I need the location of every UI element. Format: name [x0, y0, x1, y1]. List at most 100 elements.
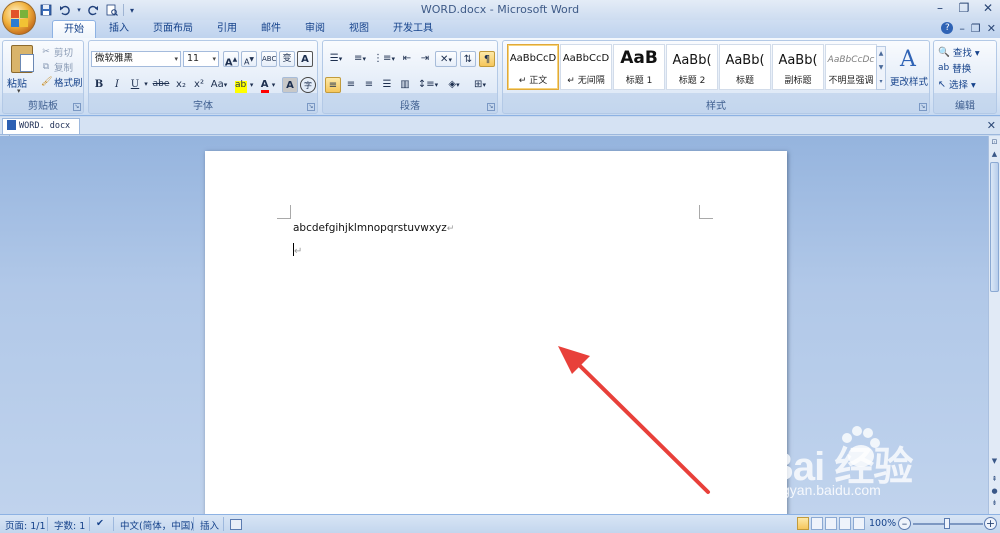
select-button[interactable]: ↖ 选择 ▾: [938, 77, 976, 92]
scrollbar-thumb[interactable]: [990, 162, 999, 292]
word-count[interactable]: 字数: 1: [54, 518, 85, 532]
zoom-in-button[interactable]: +: [984, 517, 997, 530]
shading-button[interactable]: ◈▾: [443, 77, 465, 93]
browse-object-icon[interactable]: ●: [989, 486, 1000, 497]
document-tab-close-icon[interactable]: ✕: [987, 119, 996, 132]
restore-button[interactable]: ❐: [952, 0, 976, 18]
web-layout-view-button[interactable]: [825, 517, 837, 530]
help-icon[interactable]: ?: [941, 22, 954, 34]
style-card[interactable]: AaB 标题 1: [613, 44, 665, 90]
outline-view-button[interactable]: [839, 517, 851, 530]
close-button[interactable]: ✕: [976, 0, 1000, 18]
zoom-out-button[interactable]: –: [898, 517, 911, 530]
paste-button[interactable]: 粘贴 ▾: [3, 41, 37, 101]
chinese-layout-button[interactable]: ✕▾: [435, 51, 457, 67]
ribbon-tab[interactable]: 开发工具: [382, 20, 444, 38]
increase-indent-button[interactable]: ⇥: [417, 51, 433, 67]
multilevel-list-button[interactable]: ⋮≡▾: [373, 51, 395, 67]
format-painter-button[interactable]: 🖌 格式刷: [41, 75, 83, 89]
underline-button[interactable]: U: [127, 77, 143, 93]
align-left-button[interactable]: ≡: [325, 77, 341, 93]
align-right-button[interactable]: ≡: [361, 77, 377, 93]
character-shading-button[interactable]: A: [282, 77, 298, 93]
zoom-slider-thumb[interactable]: [944, 518, 950, 529]
styles-launcher-icon[interactable]: ↘: [919, 103, 927, 111]
insert-mode-indicator[interactable]: 插入: [200, 518, 219, 532]
line-spacing-button[interactable]: ↕≡▾: [417, 77, 439, 93]
shrink-font-button[interactable]: A▼: [241, 51, 257, 67]
bullets-button[interactable]: ☰▾: [325, 51, 347, 67]
gallery-scroll[interactable]: ▲ ▼ ▾: [876, 46, 886, 90]
strikethrough-button[interactable]: abe: [151, 77, 171, 93]
style-card[interactable]: AaBbCcD ↵ 无间隔: [560, 44, 612, 90]
paste-dropdown-icon[interactable]: ▾: [17, 87, 21, 95]
subscript-button[interactable]: x₂: [173, 77, 189, 93]
align-center-button[interactable]: ≡: [343, 77, 359, 93]
show-formatting-marks-button[interactable]: ¶: [479, 51, 495, 67]
previous-page-icon[interactable]: ⇞: [989, 474, 1000, 485]
document-empty-line[interactable]: ↵: [293, 243, 302, 257]
clipboard-launcher-icon[interactable]: ↘: [73, 103, 81, 111]
cut-button[interactable]: ✂ 剪切: [41, 45, 73, 59]
copy-button[interactable]: ⧉ 复制: [41, 60, 73, 74]
numbering-button[interactable]: ≡▾: [349, 51, 371, 67]
macro-record-icon[interactable]: [230, 519, 242, 530]
superscript-button[interactable]: x²: [191, 77, 207, 93]
proofing-icon[interactable]: ✔: [96, 518, 104, 529]
draft-view-button[interactable]: [853, 517, 865, 530]
document-text-line[interactable]: abcdefgihjklmnopqrstuvwxyz↵: [293, 222, 454, 234]
doc-close-button[interactable]: ✕: [987, 22, 996, 35]
language-indicator[interactable]: 中文(简体，中国): [120, 518, 194, 532]
scroll-up-icon[interactable]: ▲: [989, 149, 1000, 160]
page-count[interactable]: 页面: 1/1: [5, 518, 46, 532]
font-name-combo[interactable]: 微软雅黑 ▾: [91, 51, 181, 67]
ribbon-tab[interactable]: 页面布局: [142, 20, 204, 38]
print-layout-view-button[interactable]: [797, 517, 809, 530]
borders-button[interactable]: ⊞▾: [469, 77, 491, 93]
doc-restore-button[interactable]: ❐: [971, 22, 981, 35]
phonetic-guide-button[interactable]: 变: [279, 51, 295, 67]
highlight-button[interactable]: ab ▾: [233, 77, 255, 93]
bold-button[interactable]: B: [91, 77, 107, 93]
document-tab[interactable]: WORD. docx *: [2, 118, 80, 145]
font-color-button[interactable]: A ▾: [257, 77, 279, 93]
doc-minimize-button[interactable]: –: [959, 22, 965, 35]
minimize-button[interactable]: –: [928, 0, 952, 18]
enclose-characters-button[interactable]: 字: [300, 77, 316, 93]
italic-button[interactable]: I: [109, 77, 125, 93]
ribbon-tab[interactable]: 开始: [52, 20, 96, 38]
style-card[interactable]: AaBbCcD ↵ 正文: [507, 44, 559, 90]
zoom-level[interactable]: 100%: [869, 518, 896, 529]
clear-formatting-button[interactable]: ABC: [261, 51, 277, 67]
vertical-scrollbar[interactable]: ⊡ ▲ ▼ ⇞ ● ⇟: [988, 136, 1000, 514]
sort-button[interactable]: ⇅: [460, 51, 476, 67]
justify-button[interactable]: ☰: [379, 77, 395, 93]
grow-font-button[interactable]: A▲: [223, 51, 239, 68]
style-card[interactable]: AaBbCcDc 不明显强调: [825, 44, 877, 90]
character-border-button[interactable]: A: [297, 51, 313, 67]
style-card[interactable]: AaBb(副标题: [772, 44, 824, 90]
decrease-indent-button[interactable]: ⇤: [399, 51, 415, 67]
replace-button[interactable]: ab 替换: [938, 61, 971, 75]
ribbon-tab[interactable]: 审阅: [294, 20, 336, 38]
document-page[interactable]: abcdefgihjklmnopqrstuvwxyz↵ ↵: [205, 151, 787, 514]
find-button[interactable]: 🔍 查找 ▾: [938, 45, 980, 60]
office-button[interactable]: [2, 1, 36, 35]
scroll-down-icon[interactable]: ▼: [989, 456, 1000, 467]
ribbon-tab[interactable]: 视图: [338, 20, 380, 38]
ribbon-tab[interactable]: 引用: [206, 20, 248, 38]
font-size-combo[interactable]: 11 ▾: [183, 51, 219, 67]
font-launcher-icon[interactable]: ↘: [307, 103, 315, 111]
distributed-button[interactable]: ▥: [397, 77, 413, 93]
paragraph-launcher-icon[interactable]: ↘: [487, 103, 495, 111]
ribbon-tab[interactable]: 邮件: [250, 20, 292, 38]
style-card[interactable]: AaBb(标题 2: [666, 44, 718, 90]
ribbon-tab[interactable]: 插入: [98, 20, 140, 38]
underline-dropdown-icon[interactable]: ▾: [142, 77, 150, 93]
style-card[interactable]: AaBb(标题: [719, 44, 771, 90]
style-sample: AaBb(: [672, 53, 712, 68]
next-page-icon[interactable]: ⇟: [989, 498, 1000, 509]
change-case-button[interactable]: Aa▾: [209, 77, 229, 93]
full-screen-reading-view-button[interactable]: [811, 517, 823, 530]
ruler-toggle-icon[interactable]: ⊡: [989, 137, 1000, 148]
